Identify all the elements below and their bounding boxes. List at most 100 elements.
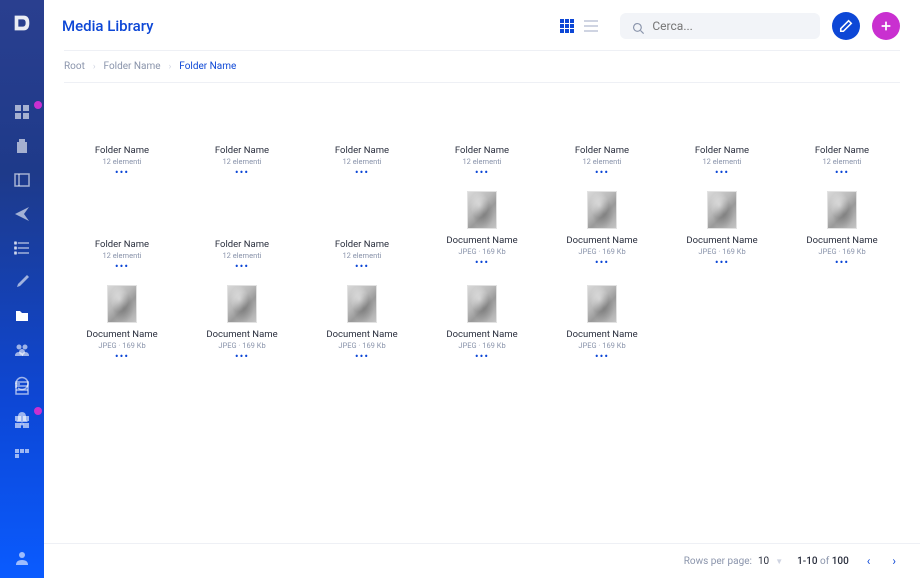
item-meta: JPEG · 169 Kb — [698, 247, 745, 256]
sidebar-item-buildings[interactable] — [14, 138, 30, 154]
sidebar-item-layout[interactable] — [14, 172, 30, 188]
item-meta: 12 elementi — [582, 157, 621, 166]
item-menu-button[interactable]: ••• — [595, 353, 609, 361]
item-meta: JPEG · 169 Kb — [458, 247, 505, 256]
edit-button[interactable] — [832, 12, 860, 40]
document-item[interactable]: Document NameJPEG · 169 Kb••• — [546, 285, 658, 361]
item-menu-button[interactable]: ••• — [715, 169, 729, 177]
sidebar-item-tasks[interactable] — [14, 240, 30, 256]
item-menu-button[interactable]: ••• — [475, 353, 489, 361]
sidebar-item-settings[interactable] — [14, 414, 30, 430]
item-menu-button[interactable]: ••• — [835, 259, 849, 267]
folder-item[interactable]: Folder Name12 elementi ••• — [66, 191, 178, 271]
sidebar-item-list[interactable] — [14, 380, 30, 396]
document-item[interactable]: Document NameJPEG · 169 Kb ••• — [666, 191, 778, 271]
page-range: 1-10 of 100 — [797, 556, 849, 567]
item-meta: 12 elementi — [222, 157, 261, 166]
item-meta: JPEG · 169 Kb — [218, 341, 265, 350]
item-name: Document Name — [326, 329, 397, 340]
item-menu-button[interactable]: ••• — [115, 263, 129, 271]
document-item[interactable]: Document NameJPEG · 169 Kb••• — [426, 285, 538, 361]
item-menu-button[interactable]: ••• — [235, 169, 249, 177]
item-name: Document Name — [86, 329, 157, 340]
sidebar-item-profile[interactable] — [14, 550, 30, 566]
document-thumbnail — [227, 285, 257, 323]
document-thumbnail — [587, 191, 617, 229]
list-view-button[interactable] — [582, 17, 600, 35]
item-name: Folder Name — [815, 145, 869, 156]
item-name: Folder Name — [215, 239, 269, 250]
breadcrumb: Root › Folder Name › Folder Name — [44, 51, 920, 82]
item-menu-button[interactable]: ••• — [595, 169, 609, 177]
folder-item[interactable]: Folder Name12 elementi••• — [306, 97, 418, 177]
item-meta: 12 elementi — [702, 157, 741, 166]
document-item[interactable]: Document NameJPEG · 169 Kb ••• — [186, 285, 298, 361]
item-meta: JPEG · 169 Kb — [458, 341, 505, 350]
item-menu-button[interactable]: ••• — [235, 353, 249, 361]
prev-page-button[interactable]: ‹ — [863, 554, 875, 568]
item-menu-button[interactable]: ••• — [355, 263, 369, 271]
search-input[interactable] — [652, 19, 808, 33]
view-toggle — [558, 17, 600, 35]
folder-item[interactable]: Folder Name12 elementi••• — [546, 97, 658, 177]
breadcrumb-item[interactable]: Folder Name — [104, 61, 161, 72]
page-title: Media Library — [62, 17, 546, 35]
item-menu-button[interactable]: ••• — [475, 259, 489, 267]
folder-item[interactable]: Folder Name12 elementi••• — [66, 97, 178, 177]
search-box[interactable] — [620, 13, 820, 39]
document-item[interactable]: Document NameJPEG · 169 Kb••• — [786, 191, 898, 271]
item-name: Document Name — [206, 329, 277, 340]
sidebar-item-pin[interactable] — [14, 346, 30, 362]
item-name: Document Name — [686, 235, 757, 246]
folder-item[interactable]: Folder Name12 elementi••• — [306, 191, 418, 271]
document-item[interactable]: Document NameJPEG · 169 Kb••• — [306, 285, 418, 361]
add-button[interactable] — [872, 12, 900, 40]
sidebar-item-brush[interactable] — [14, 274, 30, 290]
item-meta: 12 elementi — [822, 157, 861, 166]
item-menu-button[interactable]: ••• — [235, 263, 249, 271]
document-item[interactable]: Document NameJPEG · 169 Kb••• — [546, 191, 658, 271]
item-meta: 12 elementi — [102, 251, 141, 260]
item-meta: JPEG · 169 Kb — [98, 341, 145, 350]
item-meta: JPEG · 169 Kb — [818, 247, 865, 256]
folder-item[interactable]: Folder Name12 elementi••• — [186, 191, 298, 271]
app-logo — [11, 12, 33, 34]
media-grid: Folder Name12 elementi•••Folder Name12 e… — [44, 83, 920, 503]
rows-label: Rows per page: — [684, 556, 752, 567]
folder-item[interactable]: Folder Name12 elementi••• — [426, 97, 538, 177]
item-name: Folder Name — [695, 145, 749, 156]
item-menu-button[interactable]: ••• — [115, 353, 129, 361]
rows-value: 10 — [758, 556, 769, 567]
folder-item[interactable]: Folder Name12 elementi ••• — [666, 97, 778, 177]
item-menu-button[interactable]: ••• — [835, 169, 849, 177]
breadcrumb-item[interactable]: Root — [64, 61, 85, 72]
sidebar-bottom — [14, 346, 30, 566]
sidebar-item-apps[interactable] — [14, 448, 30, 464]
breadcrumb-item-current[interactable]: Folder Name — [179, 61, 236, 72]
sidebar — [0, 0, 44, 578]
document-item[interactable]: Document NameJPEG · 169 Kb••• — [426, 191, 538, 271]
item-name: Folder Name — [95, 239, 149, 250]
item-menu-button[interactable]: ••• — [355, 169, 369, 177]
item-menu-button[interactable]: ••• — [595, 259, 609, 267]
item-menu-button[interactable]: ••• — [715, 259, 729, 267]
chevron-down-icon: ▼ — [775, 557, 783, 566]
notification-badge — [34, 407, 42, 415]
sidebar-item-dashboard[interactable] — [14, 104, 30, 120]
document-item[interactable]: Document NameJPEG · 169 Kb ••• — [66, 285, 178, 361]
search-icon — [632, 19, 644, 33]
item-menu-button[interactable]: ••• — [115, 169, 129, 177]
item-meta: JPEG · 169 Kb — [578, 247, 625, 256]
folder-item[interactable]: Folder Name12 elementi••• — [186, 97, 298, 177]
sidebar-item-send[interactable] — [14, 206, 30, 222]
folder-item[interactable]: Folder Name12 elementi ••• — [786, 97, 898, 177]
rows-per-page[interactable]: Rows per page: 10 ▼ — [684, 556, 783, 567]
item-menu-button[interactable]: ••• — [355, 353, 369, 361]
next-page-button[interactable]: › — [888, 554, 900, 568]
item-menu-button[interactable]: ••• — [475, 169, 489, 177]
document-thumbnail — [707, 191, 737, 229]
grid-view-button[interactable] — [558, 17, 576, 35]
item-name: Folder Name — [335, 145, 389, 156]
sidebar-item-media[interactable] — [14, 308, 30, 324]
pagination: Rows per page: 10 ▼ 1-10 of 100 ‹ › — [44, 543, 920, 578]
